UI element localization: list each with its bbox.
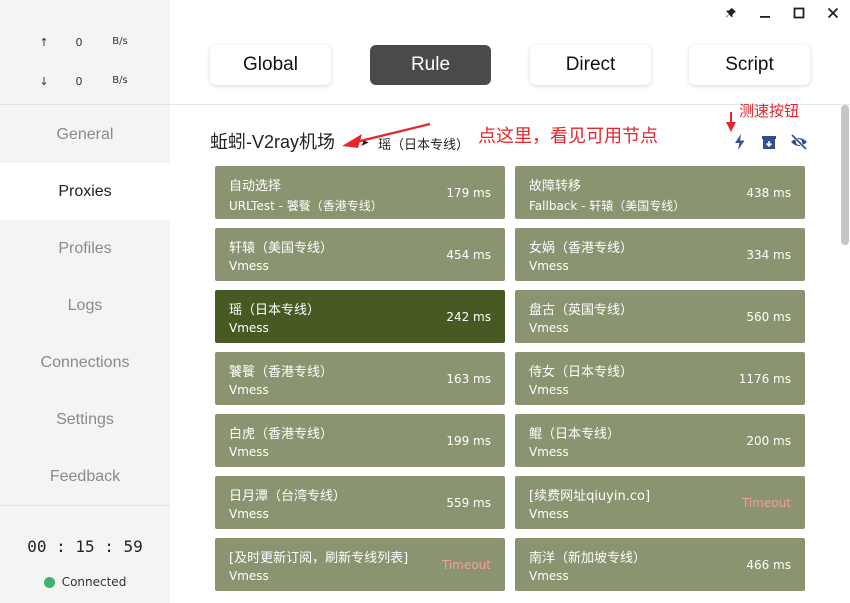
annotation-speed-test: 测速按钮 bbox=[739, 103, 800, 120]
proxy-card[interactable]: 轩辕（美国专线） Vmess 454 ms bbox=[215, 228, 505, 281]
proxy-name: 白虎（香港专线） bbox=[229, 427, 334, 442]
proxy-delay: 559 ms bbox=[446, 496, 491, 510]
scrollbar-thumb[interactable] bbox=[841, 105, 849, 245]
proxy-type: Vmess bbox=[529, 569, 569, 583]
proxy-name: 南洋（新加坡专线） bbox=[529, 551, 647, 566]
proxy-type: Vmess bbox=[229, 507, 269, 521]
proxy-type: Vmess bbox=[529, 321, 569, 335]
proxy-name: 自动选择 bbox=[229, 179, 282, 194]
proxy-type: Vmess bbox=[529, 259, 569, 273]
proxy-delay: 466 ms bbox=[746, 558, 791, 572]
proxy-delay: 200 ms bbox=[746, 434, 791, 448]
proxy-name: 饕餮（香港专线） bbox=[229, 365, 334, 380]
proxy-card[interactable]: 自动选择 URLTest - 饕餮（香港专线） 179 ms bbox=[215, 166, 505, 219]
annotation-click-here: 点这里，看见可用节点 bbox=[478, 126, 658, 146]
proxy-delay: 1176 ms bbox=[738, 372, 791, 386]
proxy-delay: 242 ms bbox=[446, 310, 491, 324]
proxy-delay: 163 ms bbox=[446, 372, 491, 386]
proxy-type: Vmess bbox=[529, 383, 569, 397]
proxy-type: URLTest - 饕餮（香港专线） bbox=[229, 199, 383, 213]
proxy-type: Vmess bbox=[529, 445, 569, 459]
proxy-type: Vmess bbox=[229, 445, 269, 459]
proxy-card[interactable]: 南洋（新加坡专线） Vmess 466 ms bbox=[515, 538, 805, 591]
proxy-card[interactable]: 日月潭（台湾专线） Vmess 559 ms bbox=[215, 476, 505, 529]
proxy-name: 瑶（日本专线） bbox=[229, 303, 321, 318]
proxy-card[interactable]: 瑶（日本专线） Vmess 242 ms bbox=[215, 290, 505, 343]
proxy-name: 女娲（香港专线） bbox=[529, 241, 634, 256]
proxy-name: 盘古（英国专线） bbox=[529, 303, 634, 318]
proxy-delay: Timeout bbox=[741, 496, 791, 510]
proxy-name: [及时更新订阅，刷新专线列表] bbox=[229, 551, 409, 566]
proxy-delay: Timeout bbox=[441, 558, 491, 572]
proxy-card[interactable]: 盘古（英国专线） Vmess 560 ms bbox=[515, 290, 805, 343]
proxy-type: Vmess bbox=[229, 569, 269, 583]
proxy-delay: 454 ms bbox=[446, 248, 491, 262]
proxy-card[interactable]: [及时更新订阅，刷新专线列表] Vmess Timeout bbox=[215, 538, 505, 591]
proxy-name: 轩辕（美国专线） bbox=[229, 241, 334, 256]
proxy-delay: 560 ms bbox=[746, 310, 791, 324]
proxy-type: Vmess bbox=[529, 507, 569, 521]
proxy-card[interactable]: 饕餮（香港专线） Vmess 163 ms bbox=[215, 352, 505, 405]
proxy-card[interactable]: [续费网址qiuyin.co] Vmess Timeout bbox=[515, 476, 805, 529]
proxy-delay: 179 ms bbox=[446, 186, 491, 200]
proxy-name: 故障转移 bbox=[529, 179, 582, 194]
scrollbar[interactable] bbox=[840, 105, 850, 603]
proxy-delay: 199 ms bbox=[446, 434, 491, 448]
proxy-delay: 334 ms bbox=[746, 248, 791, 262]
proxy-card[interactable]: 白虎（香港专线） Vmess 199 ms bbox=[215, 414, 505, 467]
proxy-card[interactable]: 女娲（香港专线） Vmess 334 ms bbox=[515, 228, 805, 281]
proxy-type: Fallback - 轩辕（美国专线） bbox=[529, 199, 686, 213]
proxy-card[interactable]: 故障转移 Fallback - 轩辕（美国专线） 438 ms bbox=[515, 166, 805, 219]
proxy-card[interactable]: 侍女（日本专线） Vmess 1176 ms bbox=[515, 352, 805, 405]
proxy-type: Vmess bbox=[229, 259, 269, 273]
proxy-name: 鲲（日本专线） bbox=[529, 427, 621, 442]
proxy-type: Vmess bbox=[229, 321, 269, 335]
proxy-delay: 438 ms bbox=[746, 186, 791, 200]
proxy-name: 侍女（日本专线） bbox=[529, 365, 634, 380]
proxy-type: Vmess bbox=[229, 383, 269, 397]
proxy-name: 日月潭（台湾专线） bbox=[229, 489, 347, 504]
proxy-name: [续费网址qiuyin.co] bbox=[529, 489, 651, 504]
proxy-card[interactable]: 鲲（日本专线） Vmess 200 ms bbox=[515, 414, 805, 467]
